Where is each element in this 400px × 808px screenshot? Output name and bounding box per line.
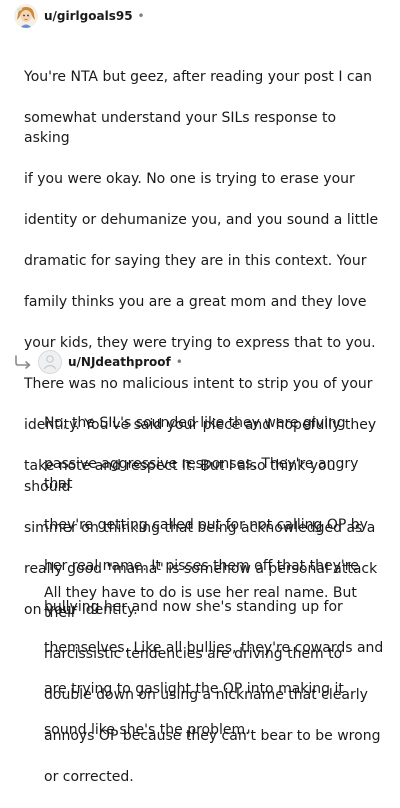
comment-text-line: somewhat understand your SILs response t… [24,109,337,147]
comment-username[interactable]: u/girlgoals95 [44,9,133,23]
user-avatar[interactable] [14,4,38,28]
comment-text-line: narcissistic tendencies are driving them… [44,646,343,662]
separator-dot: • [175,355,183,369]
comment-2-header: u/NJdeathproof • [14,350,183,374]
comment-text-line: double down on using a nickname that cle… [44,687,368,703]
comment-text-line: if you were okay. No one is trying to er… [24,171,355,187]
cartoon-avatar-icon [14,4,38,28]
separator-dot: • [137,9,145,23]
comment-text-line: or corrected. [44,769,134,785]
comment-username[interactable]: u/NJdeathproof [68,355,171,369]
comment-text-line: they're getting called out for not calli… [44,517,368,533]
comment-text-line: annoys OP because they can't bear to be … [44,728,381,744]
comment-text-line: family thinks you are a great mom and th… [24,294,367,310]
comment-text-line: No, the SIL's sounded like they were giv… [44,414,346,431]
comment-paragraph: All they have to do is use her real name… [44,562,384,808]
comment-text-line: identity or dehumanize you, and you soun… [24,212,379,228]
comment-text-line: All they have to do is use her real name… [44,584,357,622]
reply-arrow-icon [15,355,31,369]
comment-text-line: passive aggressive responses. They're an… [44,455,359,493]
snoo-avatar-icon [43,355,57,370]
comment-1-header: u/girlgoals95 • [14,4,145,28]
user-avatar[interactable] [38,350,62,374]
comment-text-line: You're NTA but geez, after reading your … [24,68,373,85]
comment-text-line: dramatic for saying they are in this con… [24,253,367,269]
